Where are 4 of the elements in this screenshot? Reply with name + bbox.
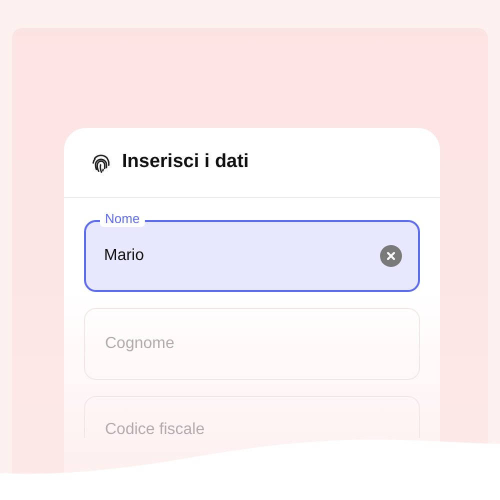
input-field[interactable]: Codice fiscale [84,396,420,438]
input-field[interactable]: Cognome [84,308,420,380]
card-title: Inserisci i dati [122,150,249,174]
close-icon [386,251,396,261]
